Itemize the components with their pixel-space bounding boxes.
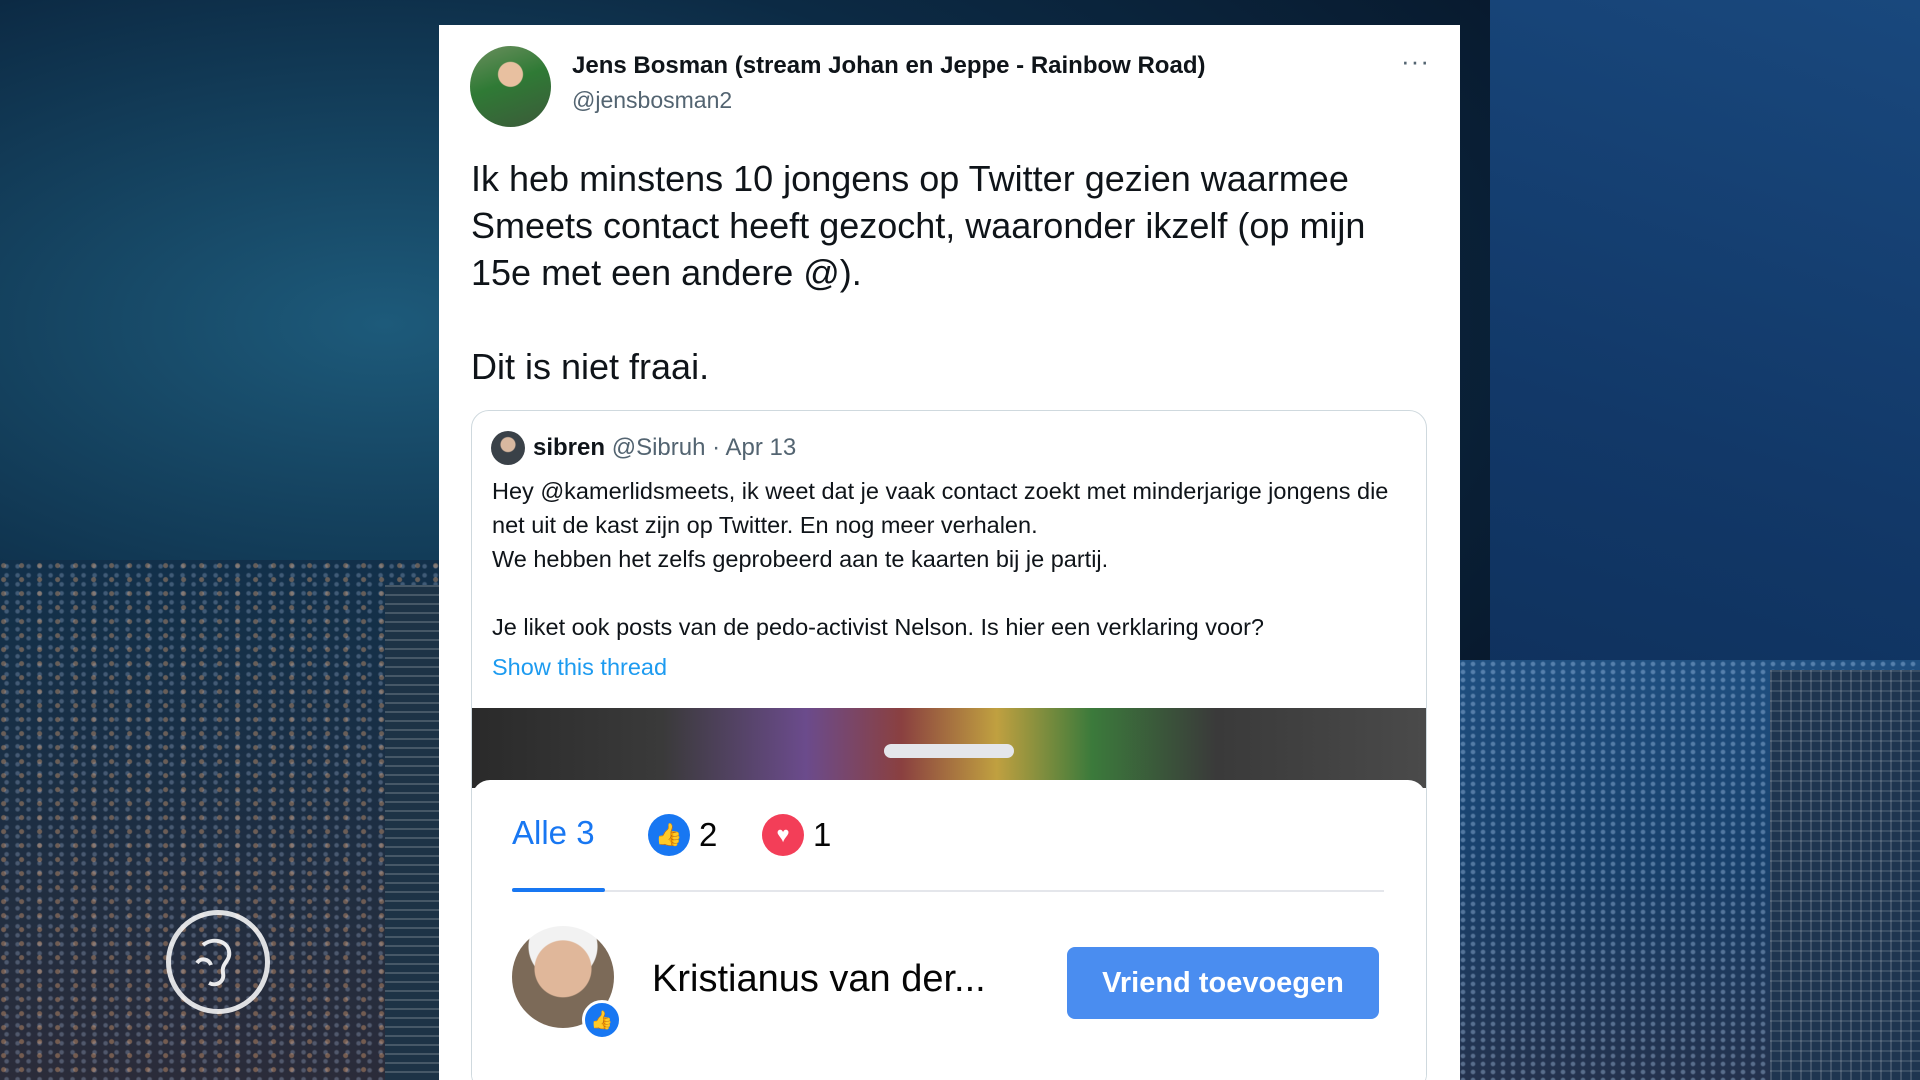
- embedded-screenshot[interactable]: Alle 3 👍 2 ♥ 1 👍 Kristianus van der... V…: [472, 708, 1426, 1080]
- quoted-tweet[interactable]: sibren @Sibruh · Apr 13 Hey @kamerlidsme…: [471, 410, 1427, 1080]
- love-count: 1: [813, 816, 832, 853]
- quoted-body-line-1: Hey @kamerlidsmeets, ik weet dat je vaak…: [492, 478, 1389, 538]
- tab-love-reactions: ♥ 1: [762, 814, 831, 856]
- quoted-body-line-3: Je liket ook posts van de pedo-activist …: [492, 614, 1264, 640]
- reactor-name: Kristianus van der...: [652, 958, 986, 1000]
- quoted-tweet-body: Hey @kamerlidsmeets, ik weet dat je vaak…: [492, 474, 1412, 644]
- like-count: 2: [699, 816, 718, 853]
- sheet-drag-handle: [884, 744, 1014, 758]
- more-options-icon[interactable]: ···: [1401, 48, 1430, 74]
- author-avatar[interactable]: [470, 46, 551, 127]
- quoted-separator: ·: [705, 434, 726, 461]
- reactions-sheet: Alle 3 👍 2 ♥ 1 👍 Kristianus van der... V…: [472, 780, 1426, 1080]
- author-handle[interactable]: @jensbosman2: [572, 87, 732, 114]
- tab-like-reactions: 👍 2: [648, 814, 717, 856]
- show-thread-link[interactable]: Show this thread: [492, 654, 667, 681]
- heart-icon: ♥: [762, 814, 804, 856]
- tweet-text: Ik heb minstens 10 jongens op Twitter ge…: [471, 155, 1431, 390]
- tabs-divider: [512, 890, 1384, 892]
- quoted-body-line-2: We hebben het zelfs geprobeerd aan te ka…: [492, 546, 1109, 572]
- quoted-date: Apr 13: [725, 434, 797, 461]
- background-tower-left: [385, 585, 440, 1080]
- thumbs-up-icon: 👍: [648, 814, 690, 856]
- globe-logo-icon: [166, 910, 270, 1014]
- add-friend-button: Vriend toevoegen: [1067, 947, 1379, 1019]
- quoted-author-name: sibren: [533, 434, 606, 461]
- tweet-text-paragraph-1: Ik heb minstens 10 jongens op Twitter ge…: [471, 158, 1366, 293]
- quoted-tweet-header: sibren @Sibruh · Apr 13: [533, 434, 796, 462]
- tab-all-reactions: Alle 3: [512, 814, 595, 851]
- quoted-author-handle: @Sibruh: [611, 434, 706, 461]
- author-name[interactable]: Jens Bosman (stream Johan en Jeppe - Rai…: [572, 52, 1205, 80]
- tweet-text-paragraph-2: Dit is niet fraai.: [471, 346, 710, 387]
- background-tower-right: [1770, 670, 1920, 1080]
- quoted-author-avatar: [491, 431, 525, 465]
- active-tab-underline: [512, 888, 605, 892]
- tweet-card: Jens Bosman (stream Johan en Jeppe - Rai…: [439, 25, 1460, 1080]
- reactor-like-badge-icon: 👍: [582, 1000, 622, 1040]
